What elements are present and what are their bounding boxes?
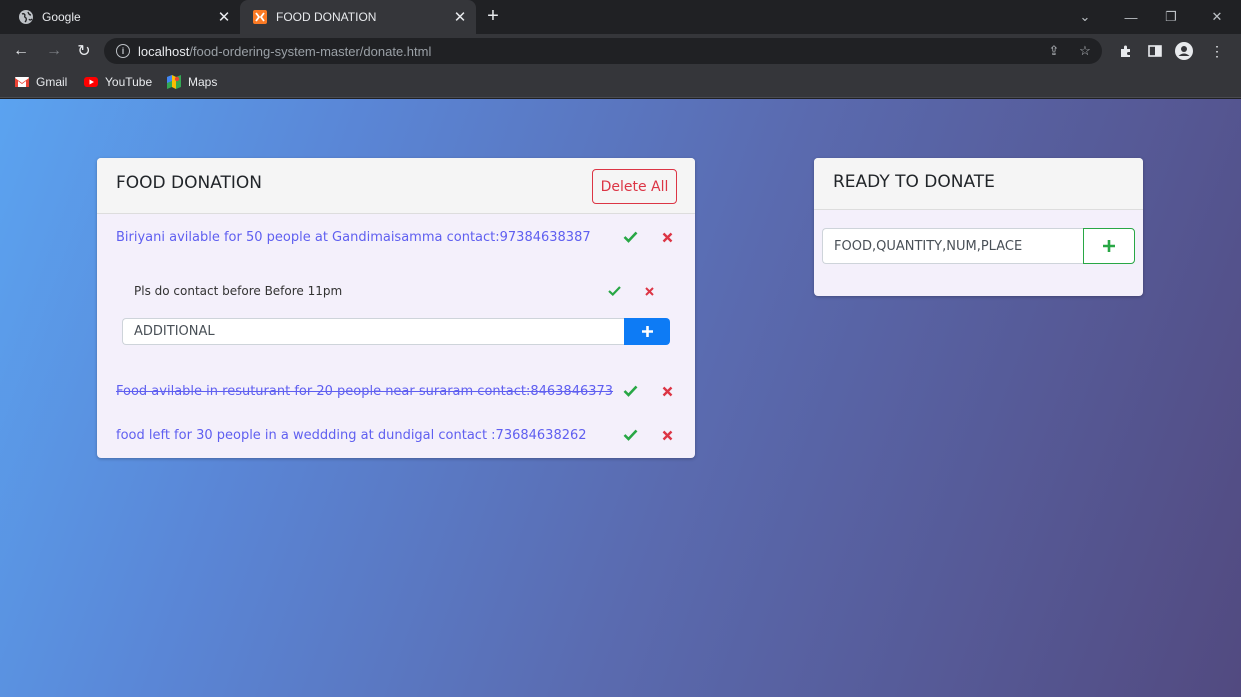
delete-all-button[interactable]: Delete All xyxy=(592,169,677,204)
page-title: FOOD DONATION xyxy=(116,173,263,193)
plus-icon xyxy=(641,326,653,337)
bookmark-label: Gmail xyxy=(36,75,68,89)
check-icon[interactable] xyxy=(621,382,639,400)
site-info-icon[interactable]: i xyxy=(116,44,130,58)
bookmark-label: YouTube xyxy=(105,75,153,89)
list-item: Biriyani avilable for 50 people at Gandi… xyxy=(116,227,695,247)
check-icon[interactable] xyxy=(621,228,639,246)
item-text: Biriyani avilable for 50 people at Gandi… xyxy=(116,229,591,245)
address-bar[interactable]: i localhost/food-ordering-system-master/… xyxy=(104,38,1102,64)
delete-icon[interactable] xyxy=(658,382,676,400)
additional-input[interactable]: ADDITIONAL xyxy=(122,318,624,345)
item-text: food left for 30 people in a weddding at… xyxy=(116,427,587,443)
add-donation-button[interactable] xyxy=(1083,228,1135,264)
donate-input-group: FOOD,QUANTITY,NUM,PLACE xyxy=(822,228,1135,264)
extensions-icon[interactable] xyxy=(1115,40,1137,62)
profile-icon[interactable] xyxy=(1173,40,1195,62)
globe-icon xyxy=(19,10,33,24)
tab-bar: Google ✕ FOOD DONATION ✕ + ⌄ — ❐ ✕ xyxy=(0,0,1241,34)
check-icon[interactable] xyxy=(621,426,639,444)
tab-google[interactable]: Google ✕ xyxy=(8,0,240,34)
bookmark-maps[interactable]: Maps xyxy=(166,74,217,90)
page-background: FOOD DONATION Delete All Biriyani avilab… xyxy=(0,99,1241,697)
youtube-icon xyxy=(84,77,98,87)
restore-icon[interactable]: ❐ xyxy=(1148,0,1194,34)
reload-icon[interactable]: ↻ xyxy=(73,40,95,62)
additional-input-group: ADDITIONAL xyxy=(122,318,670,345)
window-close-icon[interactable]: ✕ xyxy=(1194,0,1240,34)
forward-icon[interactable]: → xyxy=(43,40,65,62)
close-tab-icon[interactable]: ✕ xyxy=(216,9,232,26)
delete-icon[interactable] xyxy=(658,228,676,246)
share-icon[interactable]: ⇪ xyxy=(1045,42,1063,60)
delete-icon[interactable] xyxy=(640,282,658,300)
tab-food-donation[interactable]: FOOD DONATION ✕ xyxy=(240,0,476,34)
url-text: localhost/food-ordering-system-master/do… xyxy=(138,43,432,59)
tab-search-icon[interactable]: ⌄ xyxy=(1062,0,1108,34)
card-header: FOOD DONATION Delete All xyxy=(97,158,695,214)
xampp-icon xyxy=(253,10,267,24)
new-tab-icon[interactable]: + xyxy=(482,6,504,27)
donate-input[interactable]: FOOD,QUANTITY,NUM,PLACE xyxy=(822,228,1083,264)
list-item: Food avilable in resuturant for 20 peopl… xyxy=(116,381,695,401)
bookmark-youtube[interactable]: YouTube xyxy=(83,74,152,90)
ready-to-donate-card: READY TO DONATE FOOD,QUANTITY,NUM,PLACE xyxy=(814,158,1143,296)
tab-title: FOOD DONATION xyxy=(276,10,377,24)
side-panel-icon[interactable] xyxy=(1144,40,1166,62)
list-item: food left for 30 people in a weddding at… xyxy=(116,425,695,445)
add-additional-button[interactable] xyxy=(624,318,670,345)
card-title: READY TO DONATE xyxy=(833,172,995,192)
close-tab-icon[interactable]: ✕ xyxy=(452,9,468,26)
plus-icon xyxy=(1103,240,1115,252)
menu-icon[interactable]: ⋮ xyxy=(1206,40,1228,62)
star-icon[interactable]: ☆ xyxy=(1076,42,1094,60)
back-icon[interactable]: ← xyxy=(10,40,32,62)
card-header: READY TO DONATE xyxy=(814,158,1143,210)
delete-icon[interactable] xyxy=(658,426,676,444)
food-donation-card: FOOD DONATION Delete All Biriyani avilab… xyxy=(97,158,695,458)
maps-icon xyxy=(167,75,181,89)
sub-item-text: Pls do contact before Before 11pm xyxy=(134,284,343,298)
gmail-icon xyxy=(15,77,29,87)
check-icon[interactable] xyxy=(605,282,623,300)
tab-title: Google xyxy=(42,10,81,24)
item-text: Food avilable in resuturant for 20 peopl… xyxy=(116,383,614,399)
bookmark-label: Maps xyxy=(188,75,218,89)
bookmark-gmail[interactable]: Gmail xyxy=(14,74,67,90)
